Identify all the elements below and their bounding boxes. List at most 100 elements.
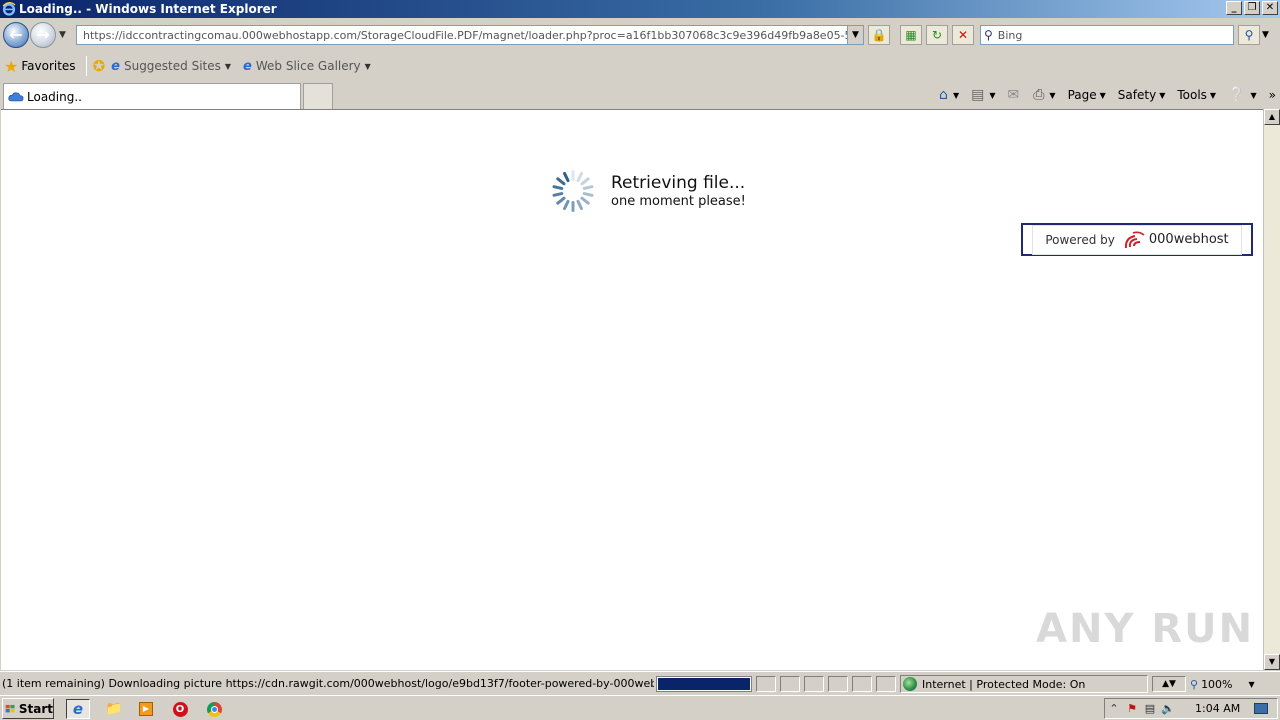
- taskbar-opera-button[interactable]: O: [168, 699, 192, 719]
- rss-icon: ▤: [971, 87, 985, 103]
- loading-subtitle: one moment please!: [611, 194, 746, 209]
- command-bar: ⌂ ▼ ▤ ▼ ✉ ⎙ ▼ Page ▼ Safety ▼ Tools ▼ ❔ ▼ »: [939, 85, 1280, 105]
- taskbar-explorer-button[interactable]: 📁: [102, 699, 126, 719]
- action-center-icon[interactable]: ⚑: [1123, 702, 1141, 715]
- address-url[interactable]: https://idccontractingcomau.000webhostap…: [83, 29, 863, 42]
- spinner-petal: [563, 199, 570, 211]
- tools-menu-label: Tools: [1177, 88, 1207, 102]
- spinner-petal: [571, 201, 575, 212]
- close-window-button[interactable]: ✕: [1262, 1, 1278, 15]
- star-icon: ★: [4, 56, 19, 76]
- watermark: ANY RUN: [1036, 606, 1255, 652]
- download-progress-bar: [656, 676, 752, 692]
- tools-menu[interactable]: Tools ▼: [1177, 88, 1216, 102]
- spinner-petal: [556, 196, 566, 205]
- read-mail-button[interactable]: ✉: [1007, 87, 1021, 103]
- brand-name: 000webhost: [1148, 232, 1229, 247]
- taskbar-media-player-button[interactable]: ▶: [134, 699, 158, 719]
- address-dropdown-icon[interactable]: ▼: [847, 26, 863, 44]
- favorites-button[interactable]: ★ Favorites: [4, 57, 76, 76]
- zoom-control[interactable]: ⚲ 100% ▼: [1190, 675, 1262, 693]
- status-text: (1 item remaining) Downloading picture h…: [2, 677, 654, 690]
- spinner-petal: [582, 192, 594, 197]
- stop-icon[interactable]: ✕: [952, 25, 974, 45]
- tab-loading[interactable]: Loading..: [3, 83, 301, 109]
- protected-mode-settings-icon[interactable]: ▲▼: [1152, 676, 1186, 692]
- navigation-bar: ← → ▼ https://idccontractingcomau.000web…: [0, 18, 1280, 52]
- taskbar-chrome-button[interactable]: [202, 699, 226, 719]
- refresh-icon[interactable]: ↻: [926, 25, 948, 45]
- zone-label: Internet | Protected Mode: On: [922, 677, 1086, 691]
- spinner-petal: [571, 170, 575, 181]
- chevron-down-icon: ▼: [224, 61, 232, 71]
- spinner-petal: [552, 185, 564, 190]
- folder-icon: 📁: [105, 701, 123, 717]
- spinner-petal: [576, 199, 583, 211]
- suggested-sites-label: Suggested Sites: [123, 59, 221, 73]
- spinner-petal: [576, 171, 583, 183]
- search-options-dropdown-icon[interactable]: ▼: [1262, 30, 1269, 40]
- page-menu[interactable]: Page ▼: [1068, 88, 1106, 102]
- add-to-favorites-icon[interactable]: ✪: [93, 57, 106, 75]
- spinner-petal: [556, 177, 566, 186]
- scroll-up-icon[interactable]: ▲: [1264, 109, 1280, 125]
- lock-icon[interactable]: 🔒: [868, 25, 890, 45]
- start-button[interactable]: Start: [2, 698, 54, 719]
- powered-by-label: Powered by: [1045, 232, 1115, 247]
- printer-icon: ⎙: [1033, 87, 1045, 103]
- web-slice-gallery-label: Web Slice Gallery: [255, 59, 361, 73]
- recent-pages-dropdown-icon[interactable]: ▼: [59, 30, 66, 40]
- clock[interactable]: 1:04 AM: [1195, 702, 1240, 715]
- address-bar[interactable]: https://idccontractingcomau.000webhostap…: [76, 25, 864, 45]
- scroll-down-icon[interactable]: ▼: [1264, 654, 1280, 670]
- system-tray: ⌃ ⚑ ▤ 🔈 1:04 AM: [1104, 698, 1278, 719]
- compatibility-view-icon[interactable]: ▦: [900, 25, 922, 45]
- search-button[interactable]: ⚲: [1238, 25, 1260, 45]
- more-commands-icon[interactable]: »: [1269, 88, 1276, 102]
- loading-title: Retrieving file...: [611, 173, 746, 193]
- suggested-sites-link[interactable]: e Suggested Sites ▼: [111, 59, 231, 74]
- back-button[interactable]: ←: [3, 22, 29, 48]
- search-placeholder: Bing: [997, 28, 1023, 42]
- status-panel: [828, 676, 848, 692]
- loading-spinner-icon: [552, 170, 594, 212]
- network-icon[interactable]: ▤: [1141, 702, 1159, 715]
- show-hidden-icons-icon[interactable]: ⌃: [1105, 702, 1123, 715]
- tab-label: Loading..: [27, 89, 82, 104]
- forward-button[interactable]: →: [30, 22, 56, 48]
- mail-icon: ✉: [1007, 87, 1020, 103]
- zoom-level: 100%: [1201, 677, 1233, 691]
- page-content: Retrieving file... one moment please! Po…: [1, 109, 1263, 670]
- web-slice-gallery-link[interactable]: e Web Slice Gallery ▼: [243, 59, 371, 74]
- status-panel: [780, 676, 800, 692]
- search-input[interactable]: ⚲ Bing: [980, 25, 1234, 45]
- safety-menu[interactable]: Safety ▼: [1118, 88, 1166, 102]
- favorites-bar: ★ Favorites ✪ e Suggested Sites ▼ e Web …: [0, 52, 1280, 80]
- favorites-label: Favorites: [21, 59, 76, 73]
- new-tab-button[interactable]: [303, 83, 333, 109]
- show-desktop-icon[interactable]: [1254, 703, 1269, 714]
- cloud-favicon-icon: [8, 92, 24, 102]
- home-button[interactable]: ⌂ ▼: [939, 87, 959, 103]
- ie-icon: e: [72, 700, 84, 718]
- chrome-icon: [206, 701, 222, 717]
- maximize-button[interactable]: ❐: [1244, 1, 1260, 15]
- minimize-button[interactable]: _: [1226, 1, 1242, 15]
- safety-menu-label: Safety: [1117, 88, 1157, 102]
- taskbar-ie-button[interactable]: e: [66, 699, 90, 719]
- ie-page-icon: e: [111, 58, 120, 74]
- opera-icon: O: [172, 701, 188, 717]
- feeds-button[interactable]: ▤ ▼: [971, 87, 995, 103]
- volume-icon[interactable]: 🔈: [1159, 702, 1177, 715]
- powered-by-badge[interactable]: Powered by 000webhost: [1021, 223, 1253, 256]
- window-title-bar: Loading.. - Windows Internet Explorer _ …: [0, 0, 1280, 18]
- chevron-down-icon: ▼: [1248, 679, 1255, 689]
- security-zone[interactable]: Internet | Protected Mode: On: [900, 675, 1148, 693]
- status-bar: (1 item remaining) Downloading picture h…: [0, 671, 1280, 695]
- vertical-scrollbar[interactable]: ▲ ▼: [1263, 109, 1280, 670]
- print-button[interactable]: ⎙ ▼: [1033, 87, 1055, 103]
- help-menu[interactable]: ❔ ▼: [1228, 87, 1257, 103]
- spinner-petal: [580, 196, 590, 205]
- taskbar: Start e 📁 ▶ O ⌃ ⚑ ▤ 🔈 1:04 AM: [0, 695, 1280, 720]
- status-panel: [852, 676, 872, 692]
